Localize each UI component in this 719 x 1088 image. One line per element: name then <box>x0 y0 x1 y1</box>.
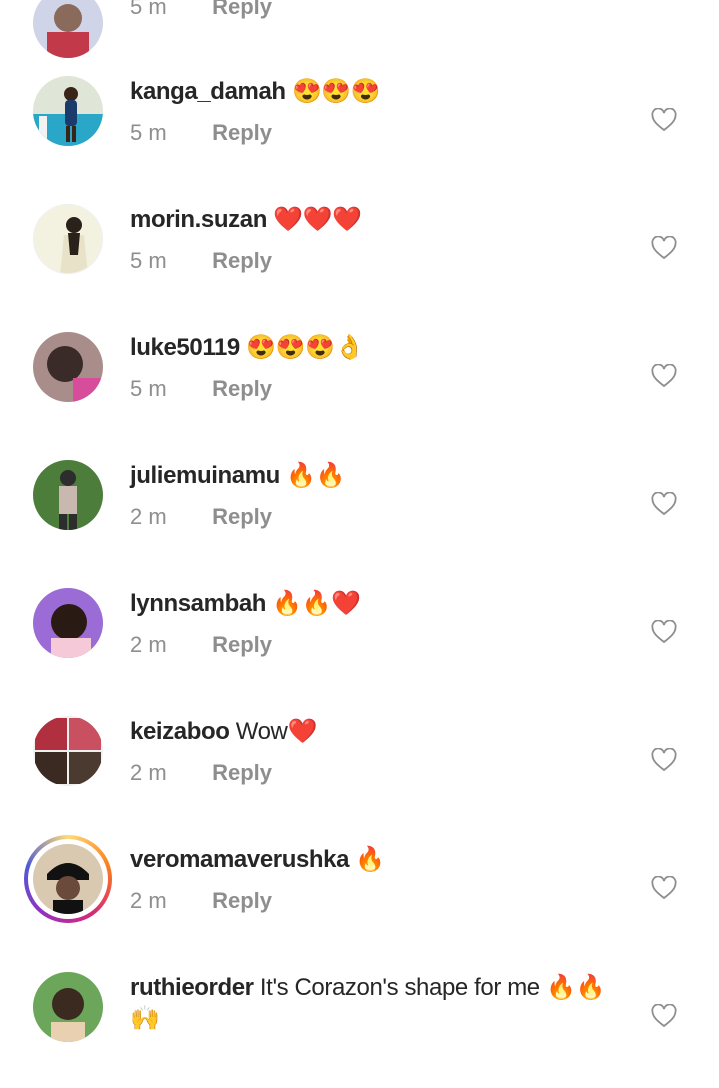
comment-item: ruthieorder It's Corazon's shape for me … <box>0 960 719 1088</box>
like-heart-icon[interactable] <box>651 876 677 900</box>
avatar-image <box>33 844 103 914</box>
reply-button[interactable]: Reply <box>212 120 272 145</box>
reply-button[interactable]: Reply <box>212 504 272 529</box>
comment-time: 5 m <box>130 0 167 19</box>
comment-body: veromamaverushka 🔥 <box>130 844 629 876</box>
comment-text: 🔥🔥❤️ <box>272 590 361 617</box>
avatar-image <box>34 205 102 273</box>
comment-item: veromamaverushka 🔥 2 m Reply <box>0 832 719 960</box>
comment-text: 🔥🔥 <box>286 462 346 489</box>
like-heart-icon[interactable] <box>651 1004 677 1028</box>
avatar <box>33 844 103 914</box>
avatar[interactable] <box>33 972 103 1042</box>
avatar[interactable] <box>33 0 103 58</box>
avatar[interactable] <box>33 716 103 786</box>
comment-meta: 5 m Reply <box>130 0 272 22</box>
comment-text: ❤️❤️❤️ <box>273 206 362 233</box>
comment-meta: 5 m Reply <box>130 246 272 276</box>
like-heart-icon[interactable] <box>651 620 677 644</box>
like-heart-icon[interactable] <box>651 108 677 132</box>
comment-body: morin.suzan ❤️❤️❤️ <box>130 204 629 236</box>
comment-item: juliemuinamu 🔥🔥 2 m Reply <box>0 448 719 576</box>
like-heart-icon[interactable] <box>651 748 677 772</box>
comment-text: 😍😍😍👌 <box>246 334 365 361</box>
comment-username[interactable]: juliemuinamu <box>130 462 280 489</box>
reply-button[interactable]: Reply <box>212 632 272 657</box>
comment-meta: 5 m Reply <box>130 118 272 148</box>
comment-meta: 2 m Reply <box>130 502 272 532</box>
reply-button[interactable]: Reply <box>212 376 272 401</box>
comment-meta: 2 m Reply <box>130 630 272 660</box>
comment-body: juliemuinamu 🔥🔥 <box>130 460 629 492</box>
avatar-image <box>33 588 103 658</box>
comment-time: 5 m <box>130 120 167 145</box>
reply-button[interactable]: Reply <box>212 760 272 785</box>
avatar-image <box>33 716 103 786</box>
comment-username[interactable]: keizaboo <box>130 718 230 745</box>
reply-button[interactable]: Reply <box>212 0 272 19</box>
reply-button[interactable]: Reply <box>212 248 272 273</box>
avatar-image <box>33 460 103 530</box>
comment-username[interactable]: luke50119 <box>130 334 240 361</box>
comment-text: Wow❤️ <box>235 718 318 745</box>
comment-time: 2 m <box>130 888 167 913</box>
comment-time: 2 m <box>130 632 167 657</box>
comment-meta: 2 m Reply <box>130 758 272 788</box>
comment-time: 5 m <box>130 248 167 273</box>
comment-partial: 5 m Reply <box>0 0 719 68</box>
comment-text: 😍😍😍 <box>291 78 381 105</box>
avatar-image <box>33 0 103 58</box>
avatar[interactable] <box>33 332 103 402</box>
avatar[interactable] <box>33 588 103 658</box>
comment-item: lynnsambah 🔥🔥❤️ 2 m Reply <box>0 576 719 704</box>
comment-username[interactable]: veromamaverushka <box>130 846 349 873</box>
avatar-image <box>33 76 103 146</box>
avatar[interactable] <box>33 76 103 146</box>
comment-body: luke50119 😍😍😍👌 <box>130 332 629 364</box>
comment-body: kanga_damah 😍😍😍 <box>130 76 629 108</box>
like-heart-icon[interactable] <box>651 492 677 516</box>
comment-body: keizaboo Wow❤️ <box>130 716 629 748</box>
like-heart-icon[interactable] <box>651 364 677 388</box>
comment-meta: 5 m Reply <box>130 374 272 404</box>
avatar-story-ring[interactable] <box>24 835 112 923</box>
avatar[interactable] <box>33 204 103 274</box>
comment-meta: 2 m Reply <box>130 886 272 916</box>
comment-body: ruthieorder It's Corazon's shape for me … <box>130 972 629 1034</box>
comment-username[interactable]: ruthieorder <box>130 974 254 1001</box>
comment-item: keizaboo Wow❤️ 2 m Reply <box>0 704 719 832</box>
comment-text: 🔥 <box>355 846 385 873</box>
like-heart-icon[interactable] <box>651 236 677 260</box>
comment-time: 2 m <box>130 760 167 785</box>
comment-time: 5 m <box>130 376 167 401</box>
comment-item: kanga_damah 😍😍😍 5 m Reply <box>0 64 719 192</box>
comment-item: morin.suzan ❤️❤️❤️ 5 m Reply <box>0 192 719 320</box>
comment-username[interactable]: lynnsambah <box>130 590 266 617</box>
reply-button[interactable]: Reply <box>212 888 272 913</box>
avatar[interactable] <box>33 460 103 530</box>
avatar-image <box>33 972 103 1042</box>
avatar-image <box>33 332 103 402</box>
comment-username[interactable]: morin.suzan <box>130 206 267 233</box>
comment-body: lynnsambah 🔥🔥❤️ <box>130 588 629 620</box>
comment-username[interactable]: kanga_damah <box>130 78 286 105</box>
avatar-ring-gap <box>28 839 108 919</box>
comment-time: 2 m <box>130 504 167 529</box>
comment-item: luke50119 😍😍😍👌 5 m Reply <box>0 320 719 448</box>
